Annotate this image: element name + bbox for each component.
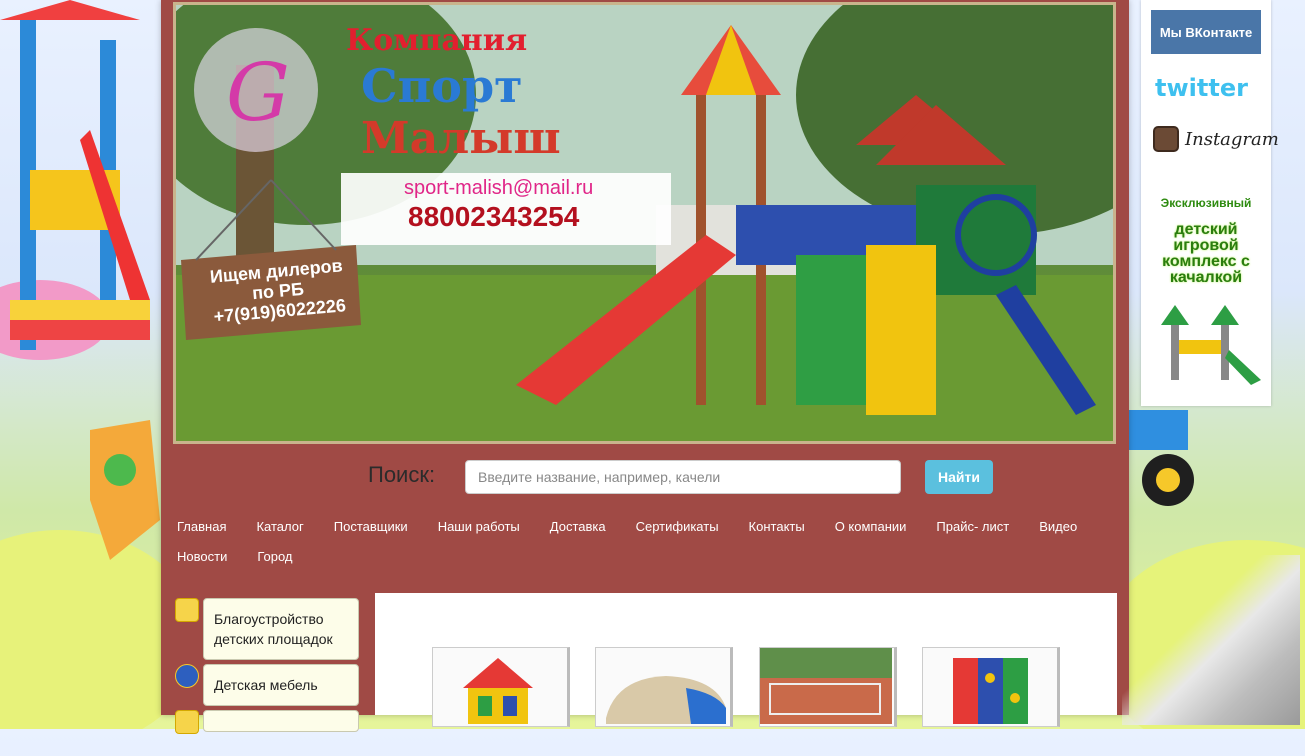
- company-name-line1: Компания: [346, 23, 528, 58]
- nav-contacts[interactable]: Контакты: [749, 512, 805, 542]
- category-item-partial[interactable]: [175, 710, 365, 752]
- product-card[interactable]: [922, 647, 1060, 727]
- banner-phone[interactable]: 88002343254: [408, 201, 579, 233]
- product-card[interactable]: [595, 647, 733, 727]
- company-name-line3: Малыш: [361, 113, 561, 164]
- product-card[interactable]: [759, 647, 897, 727]
- nav-news[interactable]: Новости: [177, 542, 227, 572]
- product-image-playhouse: [463, 658, 533, 726]
- nav-city[interactable]: Город: [257, 542, 292, 572]
- product-image-mats: [953, 658, 1028, 724]
- background-left-playground: [0, 0, 162, 729]
- nav-catalog[interactable]: Каталог: [256, 512, 303, 542]
- product-image-sports-court: [760, 648, 892, 724]
- instagram-label: Instagram: [1185, 128, 1279, 150]
- nav-our-works[interactable]: Наши работы: [438, 512, 520, 542]
- banner-email[interactable]: sport-malish@mail.ru: [404, 177, 593, 200]
- twitter-button[interactable]: twitter: [1155, 74, 1248, 102]
- nav-certificates[interactable]: Сертификаты: [636, 512, 719, 542]
- social-sidebar: Мы ВКонтакте twitter Instagram Эксклюзив…: [1141, 0, 1279, 406]
- search-label: Поиск:: [368, 462, 436, 487]
- category-icon: [175, 710, 199, 734]
- logo-monogram: G: [226, 46, 290, 139]
- search-bar: Поиск: Найти: [161, 456, 1129, 496]
- category-item[interactable]: Благоустройство детских площадок: [175, 598, 365, 660]
- nav-home[interactable]: Главная: [177, 512, 226, 542]
- category-label[interactable]: Детская мебель: [203, 664, 359, 706]
- company-name-line2: Спорт: [361, 59, 523, 113]
- ad-subtitle: Эксклюзивный: [1160, 196, 1252, 210]
- product-grid: [375, 593, 1117, 727]
- nav-delivery[interactable]: Доставка: [550, 512, 606, 542]
- ad-product-image[interactable]: [1141, 300, 1271, 390]
- banner-image: G: [176, 5, 1113, 441]
- page-curl-decoration: [1122, 555, 1300, 725]
- playground-icon: [175, 598, 199, 622]
- product-image-car-bed: [606, 676, 726, 724]
- category-sidebar: Благоустройство детских площадок Детская…: [175, 598, 365, 756]
- main-nav: Главная Каталог Поставщики Наши работы Д…: [177, 512, 1117, 572]
- search-button[interactable]: Найти: [925, 460, 993, 494]
- nav-suppliers[interactable]: Поставщики: [334, 512, 408, 542]
- nav-price-list[interactable]: Прайс- лист: [936, 512, 1009, 542]
- category-item[interactable]: Детская мебель: [175, 664, 365, 706]
- search-input[interactable]: [465, 460, 901, 494]
- header-banner: G Компания Спорт Малыш sport-malish@mail…: [173, 2, 1116, 444]
- vk-button[interactable]: Мы ВКонтакте: [1151, 10, 1261, 54]
- nav-about[interactable]: О компании: [835, 512, 907, 542]
- main-container: G Компания Спорт Малыш sport-malish@mail…: [161, 0, 1129, 734]
- ball-icon: [175, 664, 199, 688]
- ad-title[interactable]: детский игровой комплекс с качалкой: [1141, 222, 1271, 286]
- product-card[interactable]: [432, 647, 570, 727]
- instagram-icon: [1153, 126, 1179, 152]
- instagram-button[interactable]: Instagram: [1153, 126, 1279, 152]
- playground-illustration-left: [0, 0, 162, 729]
- category-label[interactable]: Благоустройство детских площадок: [203, 598, 359, 660]
- nav-video[interactable]: Видео: [1039, 512, 1077, 542]
